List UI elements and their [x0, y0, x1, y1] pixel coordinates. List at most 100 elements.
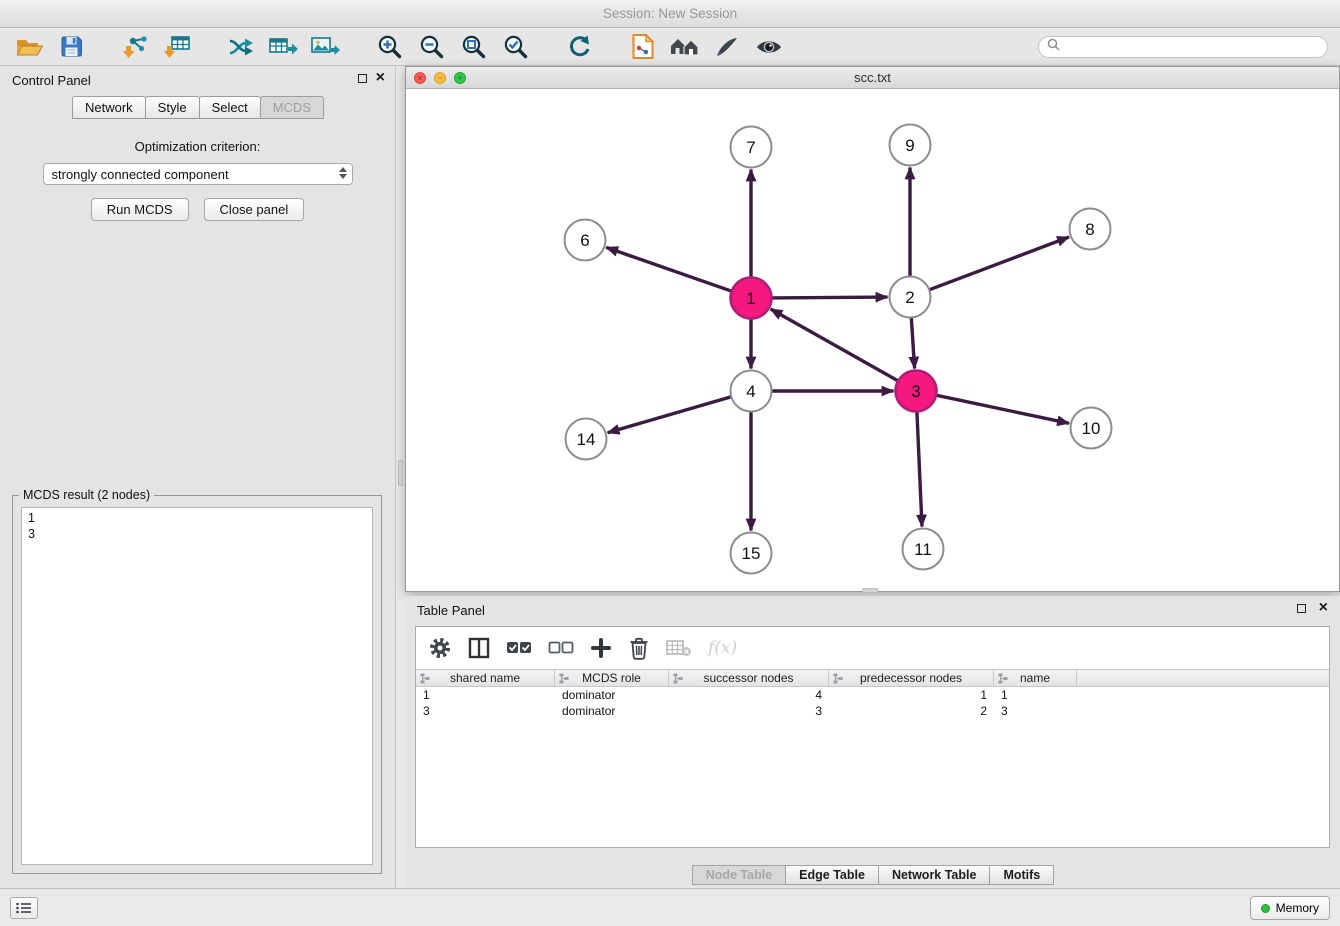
mcds-result-text[interactable]: 1 3 [21, 507, 373, 865]
column-header-shared-name[interactable]: shared name [416, 670, 555, 686]
column-header-mcds-role[interactable]: MCDS role [555, 670, 669, 686]
export-network-button[interactable] [224, 31, 258, 63]
table-panel-header: Table Panel × [405, 596, 1340, 622]
trash-icon [628, 636, 650, 660]
zoom-out-button[interactable] [414, 31, 448, 63]
column-tree-icon [559, 673, 569, 687]
show-graphics-button[interactable] [752, 31, 786, 63]
network-document-icon [631, 33, 655, 60]
control-panel-header: Control Panel × [0, 66, 395, 92]
save-icon [59, 34, 84, 59]
refresh-icon [566, 34, 592, 60]
memory-button[interactable]: Memory [1250, 896, 1330, 920]
float-panel-button[interactable] [358, 74, 369, 85]
close-table-panel-button[interactable]: × [1319, 600, 1328, 616]
zoom-in-button[interactable] [372, 31, 406, 63]
tab-edge-table[interactable]: Edge Table [785, 865, 879, 885]
refresh-view-button[interactable] [562, 31, 596, 63]
network-window-titlebar: × − + scc.txt [406, 67, 1339, 89]
tab-network[interactable]: Network [72, 96, 146, 119]
graph-edge-2-8[interactable] [929, 237, 1069, 290]
graph-edge-1-6[interactable] [606, 247, 731, 291]
table-cell[interactable]: 1 [416, 687, 555, 703]
list-icon [16, 902, 32, 914]
graph-node-label-15: 15 [742, 544, 761, 563]
run-mcds-button[interactable]: Run MCDS [91, 198, 189, 221]
table-mode-button[interactable] [428, 636, 452, 660]
memory-status-icon [1261, 904, 1270, 913]
network-view-window: × − + scc.txt 7968124310141511 [405, 66, 1340, 592]
select-all-button[interactable] [506, 638, 532, 658]
zoom-fit-button[interactable] [456, 31, 490, 63]
window-resize-handle[interactable] [862, 588, 878, 593]
column-header-successor-nodes[interactable]: successor nodes [669, 670, 829, 686]
export-table-button[interactable] [266, 31, 300, 63]
column-tree-icon [420, 673, 430, 687]
function-builder-button: f(x) [708, 638, 737, 658]
table-panel: Table Panel × [405, 596, 1340, 888]
home-button[interactable] [668, 31, 702, 63]
window-title: Session: New Session [603, 6, 737, 21]
close-window-button[interactable]: × [414, 72, 426, 84]
search-box[interactable] [1038, 36, 1328, 58]
search-input[interactable] [1065, 40, 1319, 54]
open-folder-icon [15, 35, 43, 59]
delete-column-button[interactable] [628, 636, 650, 660]
minimize-window-button[interactable]: − [434, 72, 446, 84]
tab-style[interactable]: Style [145, 96, 200, 119]
table-cell[interactable]: 1 [829, 687, 994, 703]
add-column-button[interactable] [590, 637, 612, 659]
tab-select[interactable]: Select [199, 96, 261, 119]
zoom-selected-icon [503, 34, 528, 59]
table-cell[interactable]: 2 [829, 703, 994, 719]
show-columns-button[interactable] [468, 637, 490, 659]
close-mcds-panel-button[interactable]: Close panel [204, 198, 305, 221]
column-header-label: successor nodes [703, 671, 793, 685]
table-cell[interactable]: dominator [555, 687, 669, 703]
table-cell[interactable]: 1 [994, 687, 1077, 703]
table-row[interactable]: 3dominator323 [416, 703, 1329, 719]
zoom-selected-button[interactable] [498, 31, 532, 63]
table-cell[interactable]: dominator [555, 703, 669, 719]
float-table-panel-button[interactable] [1297, 604, 1308, 615]
style-brush-button[interactable] [710, 31, 744, 63]
panel-splitter-handle[interactable] [398, 460, 403, 486]
import-table-button[interactable] [160, 31, 194, 63]
network-canvas[interactable]: 7968124310141511 [406, 89, 1339, 592]
tab-mcds[interactable]: MCDS [260, 96, 324, 119]
optimization-criterion-label: Optimization criterion: [0, 139, 395, 154]
table-cell[interactable]: 4 [669, 687, 829, 703]
tab-motifs[interactable]: Motifs [989, 865, 1054, 885]
export-image-button[interactable] [308, 31, 342, 63]
table-row[interactable]: 1dominator411 [416, 687, 1329, 703]
column-header-name[interactable]: name [994, 670, 1077, 686]
graph-edge-3-11[interactable] [917, 412, 922, 527]
graph-node-label-3: 3 [911, 382, 920, 401]
graph-edge-3-1[interactable] [771, 309, 899, 381]
tab-node-table[interactable]: Node Table [692, 865, 786, 885]
graph-edge-2-3[interactable] [911, 318, 914, 369]
graph-edge-3-10[interactable] [936, 395, 1069, 423]
mcds-actions: Run MCDS Close panel [0, 198, 395, 221]
criterion-dropdown[interactable]: strongly connected component [43, 163, 353, 185]
table-cell[interactable]: 3 [669, 703, 829, 719]
save-session-button[interactable] [54, 31, 88, 63]
table-cell[interactable]: 3 [416, 703, 555, 719]
open-file-button[interactable] [12, 31, 46, 63]
import-network-button[interactable] [118, 31, 152, 63]
graph-edge-4-14[interactable] [608, 397, 732, 433]
graph-edge-1-2[interactable] [772, 297, 888, 298]
zoom-in-icon [377, 34, 402, 59]
tab-network-table[interactable]: Network Table [878, 865, 991, 885]
memory-label: Memory [1276, 901, 1319, 915]
main-toolbar [0, 28, 1340, 66]
column-tree-icon [833, 673, 843, 687]
zoom-window-button[interactable]: + [454, 72, 466, 84]
close-control-panel-button[interactable]: × [376, 70, 385, 86]
deselect-all-button[interactable] [548, 638, 574, 658]
task-history-button[interactable] [10, 897, 38, 919]
table-cell[interactable]: 3 [994, 703, 1077, 719]
column-header-predecessor-nodes[interactable]: predecessor nodes [829, 670, 994, 686]
network-document-button[interactable] [626, 31, 660, 63]
import-table-icon [163, 34, 191, 60]
